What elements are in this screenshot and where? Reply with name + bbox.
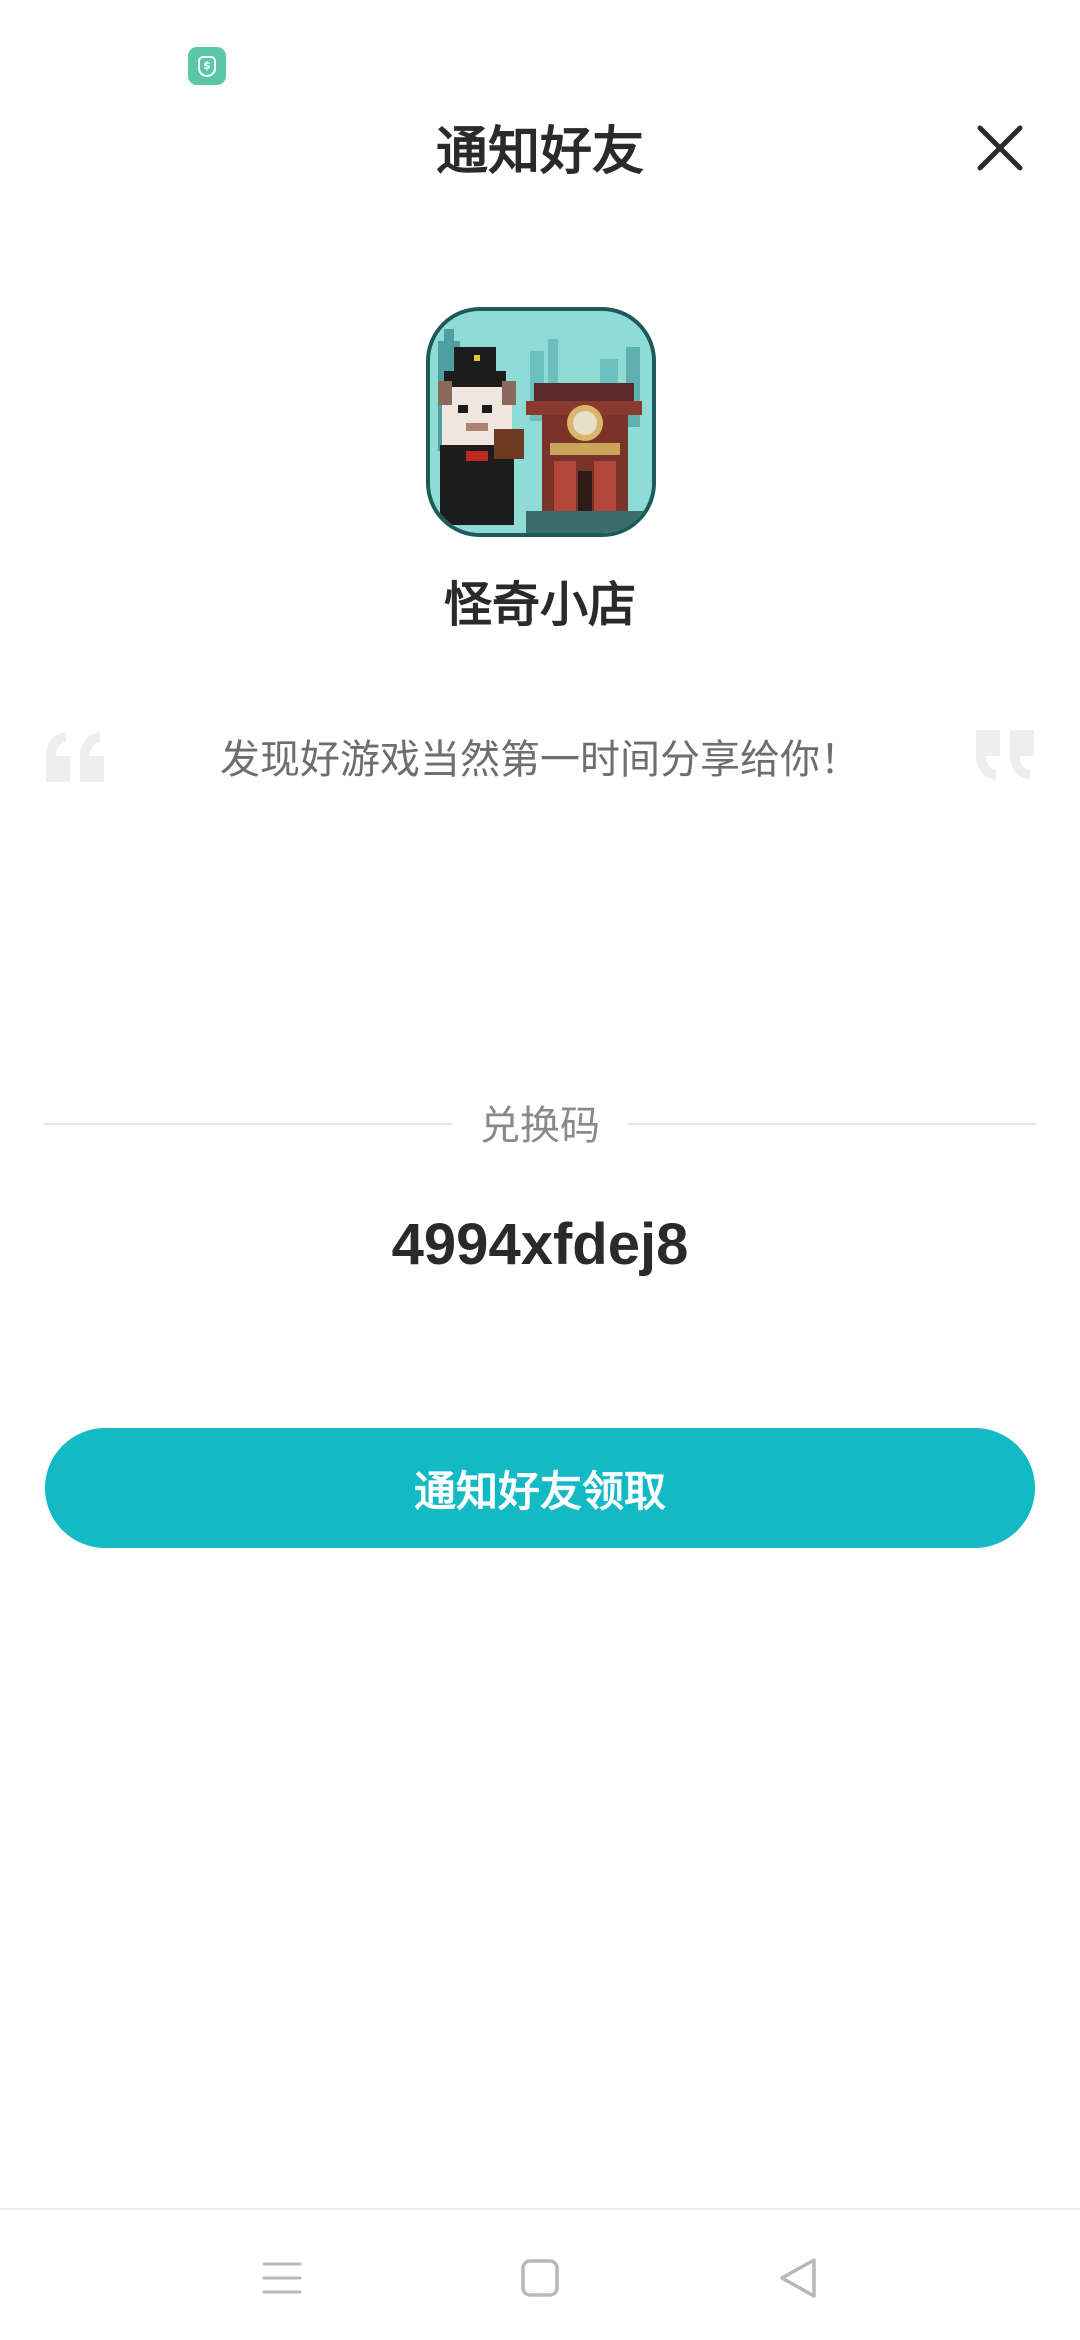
pixel-art-shop-game-icon — [430, 311, 652, 533]
shield-dollar-icon: $ — [188, 47, 226, 85]
system-navigation-bar — [0, 2208, 1080, 2340]
status-badge-symbol: $ — [198, 55, 216, 77]
close-quote-icon — [976, 730, 1034, 780]
back-triangle-icon — [780, 2258, 816, 2298]
app-name: 怪奇小店 — [443, 577, 636, 633]
nav-menu-button[interactable] — [252, 2248, 312, 2308]
home-square-icon — [521, 2259, 559, 2297]
nav-home-button[interactable] — [510, 2248, 570, 2308]
open-quote-icon — [46, 732, 104, 782]
nav-back-button[interactable] — [768, 2248, 828, 2308]
menu-icon — [262, 2262, 302, 2294]
page-title: 通知好友 — [435, 122, 644, 182]
redeem-code-value: 4994xfdej8 — [391, 1212, 689, 1277]
redeem-code-label: 兑换码 — [480, 1103, 600, 1149]
divider-left — [44, 1123, 452, 1125]
close-icon — [977, 125, 1023, 171]
notify-friend-claim-button[interactable]: 通知好友领取 — [45, 1428, 1035, 1548]
share-message: 发现好游戏当然第一时间分享给你！ — [220, 737, 860, 783]
divider-right — [628, 1123, 1036, 1125]
game-app-icon — [426, 307, 656, 537]
close-button[interactable] — [964, 112, 1036, 184]
share-dialog-screen: $ 通知好友 怪奇小店 发现好游戏当然第一时间分享给你！ 兑换码 4994xfd… — [0, 0, 1080, 2340]
notify-friend-claim-label: 通知好友领取 — [413, 1466, 666, 1516]
